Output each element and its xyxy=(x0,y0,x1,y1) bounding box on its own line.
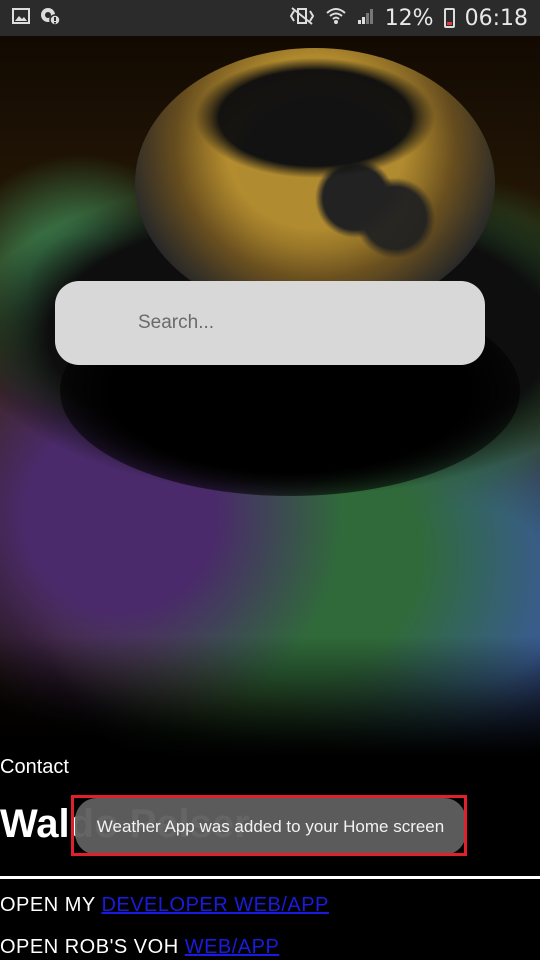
rob-voh-web-app-link[interactable]: WEB/APP xyxy=(185,936,280,958)
hero-background-image xyxy=(0,36,540,756)
battery-low-icon xyxy=(443,8,455,28)
rob-voh-link-row: OPEN ROB'S VOH WEB/APP xyxy=(0,936,279,959)
link-prefix: OPEN ROB'S VOH xyxy=(0,936,185,958)
link-prefix: OPEN MY xyxy=(0,894,102,916)
contact-label[interactable]: Contact xyxy=(0,756,69,779)
vibrate-mute-icon xyxy=(289,6,315,31)
clock: 06:18 xyxy=(464,5,528,31)
fractal-orb xyxy=(135,48,495,318)
settings-gear-icon xyxy=(40,7,61,30)
wifi-icon xyxy=(325,6,347,31)
developer-link-row: OPEN MY DEVELOPER WEB/APP xyxy=(0,894,329,917)
battery-percent: 12% xyxy=(384,5,434,31)
toast-message: Weather App was added to your Home scree… xyxy=(96,816,445,836)
toast-notification: Weather App was added to your Home scree… xyxy=(75,798,466,855)
developer-web-app-link[interactable]: DEVELOPER WEB/APP xyxy=(101,894,328,916)
status-bar: 12% 06:18 xyxy=(0,0,540,36)
search-input[interactable] xyxy=(136,311,460,335)
signal-icon xyxy=(357,7,375,30)
divider xyxy=(0,876,540,879)
search-bar[interactable] xyxy=(55,281,485,365)
image-icon xyxy=(12,7,30,29)
